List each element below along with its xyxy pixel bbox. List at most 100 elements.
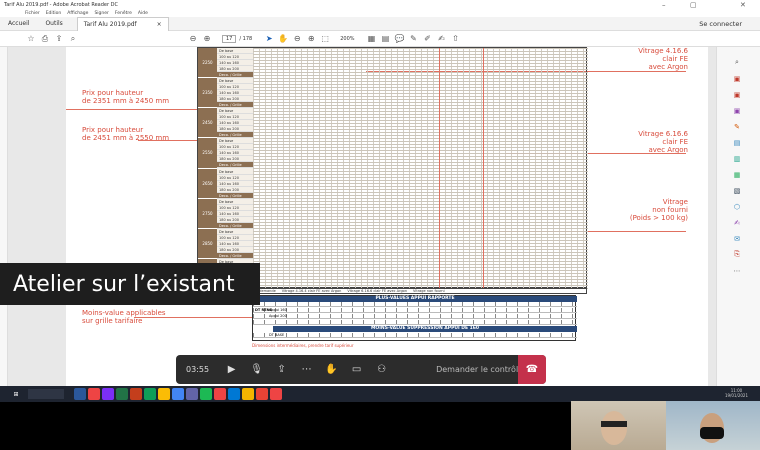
zoom-level[interactable]: 200% bbox=[340, 36, 354, 42]
share-screen-icon[interactable]: ⇪ bbox=[269, 358, 294, 382]
tool-create-pdf-icon[interactable]: ▣ bbox=[731, 89, 743, 100]
participant-video-2[interactable] bbox=[666, 401, 760, 450]
tool-protect-icon[interactable]: ⬡ bbox=[731, 201, 743, 212]
tab-document[interactable]: Tarif Alu 2019.pdf × bbox=[76, 16, 169, 31]
taskbar-app-icon[interactable] bbox=[214, 388, 226, 400]
taskbar-app-icon[interactable] bbox=[172, 388, 184, 400]
plus-values-table: PLUS-VALUES APPUI RAPPORTE Appui 160 App… bbox=[252, 295, 577, 341]
price-table: 2250 De base 100 au 120 140 au 160 180 au 20… bbox=[197, 47, 588, 289]
fit-page-icon[interactable]: ▦ bbox=[365, 32, 379, 46]
taskbar-app-icon[interactable] bbox=[242, 388, 254, 400]
tool-redact-icon[interactable]: ▧ bbox=[731, 185, 743, 196]
tool-export-pdf-icon[interactable]: ▣ bbox=[731, 73, 743, 84]
taskbar-app-icon[interactable] bbox=[74, 388, 86, 400]
menu-sign[interactable]: Signer bbox=[94, 11, 108, 16]
menu-edit[interactable]: Edition bbox=[46, 11, 62, 16]
minus-values-title: MOINS-VALUE SUPPRESSION APPUI DE 160 bbox=[273, 326, 577, 332]
page-down-icon[interactable]: ⊕ bbox=[200, 32, 214, 46]
tool-organize-icon[interactable]: ▥ bbox=[731, 153, 743, 164]
taskbar-app-icon[interactable] bbox=[88, 388, 100, 400]
tool-comment-icon[interactable]: ✎ bbox=[731, 121, 743, 132]
tool-combine-icon[interactable]: ▤ bbox=[731, 137, 743, 148]
print-icon[interactable]: ⎙ bbox=[38, 32, 52, 46]
tool-more-icon[interactable]: ⋯ bbox=[731, 265, 743, 276]
request-control-button[interactable]: Demander le contrôle bbox=[436, 365, 523, 374]
minimize-icon[interactable]: – bbox=[662, 1, 666, 9]
tab-home[interactable]: Accueil bbox=[0, 17, 37, 31]
taskbar-app-icon[interactable] bbox=[200, 388, 212, 400]
windows-start-icon[interactable]: ⊞ bbox=[10, 388, 22, 400]
left-panel[interactable] bbox=[0, 47, 8, 386]
taskbar-app-icon[interactable] bbox=[102, 388, 114, 400]
menu-view[interactable]: Affichage bbox=[67, 11, 88, 16]
taskbar-app-icon[interactable] bbox=[256, 388, 268, 400]
zoom-in-icon[interactable]: ⊕ bbox=[304, 32, 318, 46]
participants-icon[interactable]: ⚇ bbox=[369, 358, 394, 382]
tool-edit-pdf-icon[interactable]: ▣ bbox=[731, 105, 743, 116]
microphone-icon[interactable]: 🎙 bbox=[244, 358, 269, 382]
bookmark-icon[interactable]: ☆ bbox=[24, 32, 38, 46]
participant-video-1[interactable] bbox=[571, 401, 666, 450]
menu-file[interactable]: Fichier bbox=[25, 11, 40, 16]
taskbar-app-icon[interactable] bbox=[116, 388, 128, 400]
hand-icon[interactable]: ✋ bbox=[276, 32, 290, 46]
comment-icon[interactable]: 💬 bbox=[393, 32, 407, 46]
screen: Tarif Alu 2019.pdf - Adobe Acrobat Reade… bbox=[0, 0, 760, 450]
legend-item: Vitrage 4.16.4 clair FE avec Argon bbox=[281, 289, 342, 293]
taskbar-app-icon[interactable] bbox=[130, 388, 142, 400]
height-band-label: 2550 bbox=[198, 138, 217, 169]
height-band-label: 2250 bbox=[198, 48, 217, 79]
sign-icon[interactable]: ✍ bbox=[435, 32, 449, 46]
table-row bbox=[253, 302, 577, 307]
highlight-icon[interactable]: ✐ bbox=[421, 32, 435, 46]
plus-values-label: DT RENO bbox=[255, 308, 273, 312]
tool-compress-icon[interactable]: ▦ bbox=[731, 169, 743, 180]
page-up-icon[interactable]: ⊖ bbox=[186, 32, 200, 46]
zoom-out-icon[interactable]: ⊖ bbox=[290, 32, 304, 46]
height-band-label: 2850 bbox=[198, 229, 217, 259]
menu-window[interactable]: Fenêtre bbox=[115, 11, 132, 16]
label-glazing-3: Vitrage non fourni (Poids > 100 kg) bbox=[629, 198, 688, 222]
tool-send-icon[interactable]: ✉ bbox=[731, 233, 743, 244]
meeting-timer: 03:55 bbox=[186, 365, 210, 374]
pointer-line bbox=[138, 140, 198, 141]
maximize-icon[interactable]: ▢ bbox=[690, 1, 697, 9]
tool-scan-icon[interactable]: ⎘ bbox=[731, 249, 743, 260]
taskbar-search[interactable] bbox=[28, 389, 64, 399]
chat-icon[interactable]: ▭ bbox=[344, 358, 369, 382]
close-window-icon[interactable]: ✕ bbox=[740, 1, 746, 9]
footnote: Dimensions intermédiaires, prendre tarif… bbox=[252, 343, 354, 348]
table-row bbox=[253, 320, 577, 325]
toolbar: ☆ ⎙ ⇪ ⌕ ⊖ ⊕ 17 / 178 ➤ ✋ ⊖ ⊕ ⬚ 200% ▦ ▤ … bbox=[0, 31, 760, 47]
presentation-caption: Atelier sur l’existant bbox=[0, 263, 260, 305]
upload-icon[interactable]: ⇪ bbox=[52, 32, 66, 46]
window-title: Tarif Alu 2019.pdf - Adobe Acrobat Reade… bbox=[4, 2, 118, 8]
tool-search-icon[interactable]: ⌕ bbox=[731, 57, 743, 68]
scroll-mode-icon[interactable]: ▤ bbox=[379, 32, 393, 46]
marquee-icon[interactable]: ⬚ bbox=[318, 32, 332, 46]
menu-help[interactable]: Aide bbox=[138, 11, 148, 16]
glasses bbox=[601, 421, 627, 427]
camera-icon[interactable]: ▶ bbox=[219, 358, 244, 382]
select-cursor-icon[interactable]: ➤ bbox=[262, 32, 276, 46]
close-tab-icon[interactable]: × bbox=[157, 21, 162, 28]
search-icon[interactable]: ⌕ bbox=[66, 32, 80, 46]
pointer-line bbox=[134, 317, 254, 318]
page-number-input[interactable]: 17 bbox=[222, 34, 237, 43]
taskbar-app-icon[interactable] bbox=[144, 388, 156, 400]
clock-date: 19/01/2021 bbox=[724, 393, 748, 398]
more-options-icon[interactable]: ⋯ bbox=[294, 358, 319, 382]
taskbar-app-icon[interactable] bbox=[228, 388, 240, 400]
taskbar-app-icon[interactable] bbox=[186, 388, 198, 400]
tab-tools[interactable]: Outils bbox=[37, 17, 70, 31]
taskbar-app-icon[interactable] bbox=[158, 388, 170, 400]
raise-hand-icon[interactable]: ✋ bbox=[319, 358, 344, 382]
tool-fill-sign-icon[interactable]: ✍ bbox=[731, 217, 743, 228]
share-icon[interactable]: ⇧ bbox=[449, 32, 463, 46]
acrobat-taskbar-icon[interactable] bbox=[270, 388, 282, 400]
sign-in-button[interactable]: Se connecter bbox=[699, 20, 742, 28]
participant-face bbox=[601, 411, 627, 445]
pen-icon[interactable]: ✎ bbox=[407, 32, 421, 46]
hang-up-button[interactable]: ☎ bbox=[518, 355, 546, 384]
label-price-2351: Prix pour hauteur de 2351 mm à 2450 mm bbox=[82, 89, 170, 105]
